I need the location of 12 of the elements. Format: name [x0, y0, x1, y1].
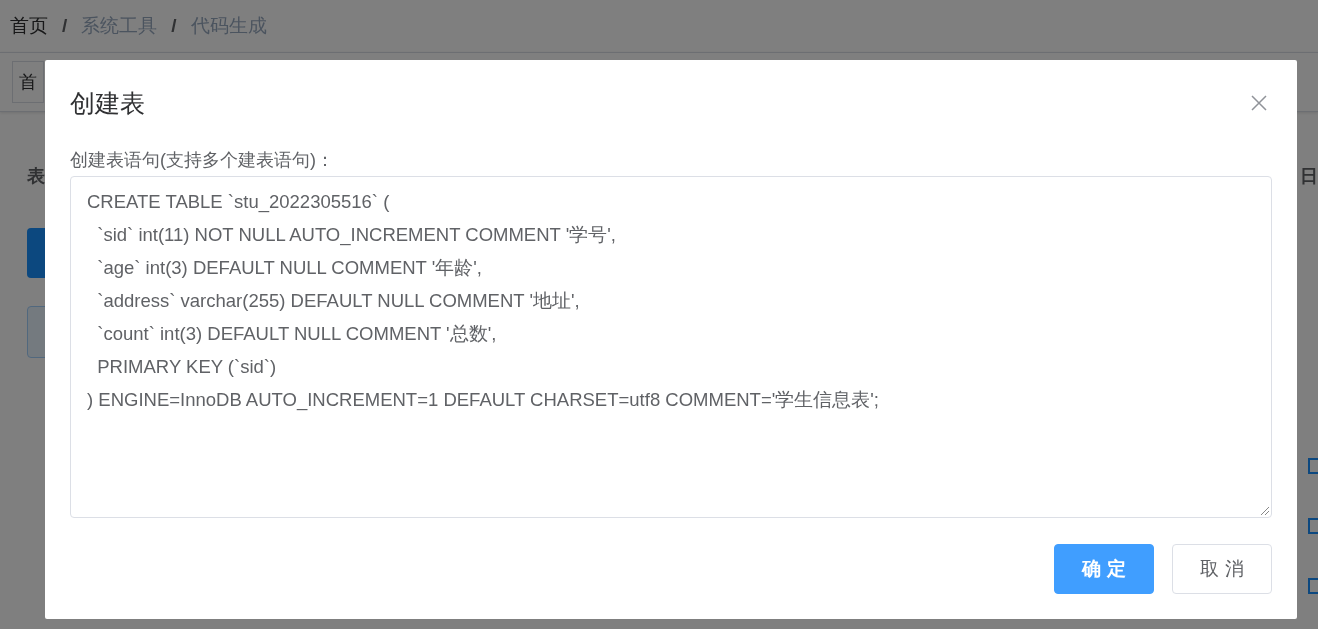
column-label: 日 — [1300, 165, 1318, 188]
field-label: 创建表语句(支持多个建表语句)： — [70, 149, 335, 172]
sql-textarea[interactable]: CREATE TABLE `stu_2022305516` ( `sid` int(11) NOT NULL AUTO_INCREMENT COMMENT '学号', `age` int(3) DEFAULT NULL COMMENT '年龄', `address` varchar(255) DEFAULT NULL COMMENT '地址', `count` int(3) DEFAULT NULL COMMENT '总数', PRIMARY KEY (`sid`) ) ENGINE=InnoDB AUTO_INCREMENT=1 DEFAULT CHARSET=utf8 COMMENT='学生信息表'; — [70, 176, 1272, 518]
breadcrumb-item: 首页 — [10, 14, 48, 38]
form-label: 表 — [27, 165, 46, 188]
close-icon[interactable] — [1251, 95, 1267, 111]
confirm-button[interactable]: 确 定 — [1054, 544, 1154, 594]
dialog-title: 创建表 — [70, 87, 145, 119]
cancel-button[interactable]: 取 消 — [1172, 544, 1272, 594]
breadcrumb-separator: / — [171, 15, 177, 37]
breadcrumb-separator: / — [62, 15, 68, 37]
tab-tag[interactable]: 首 — [12, 61, 44, 103]
